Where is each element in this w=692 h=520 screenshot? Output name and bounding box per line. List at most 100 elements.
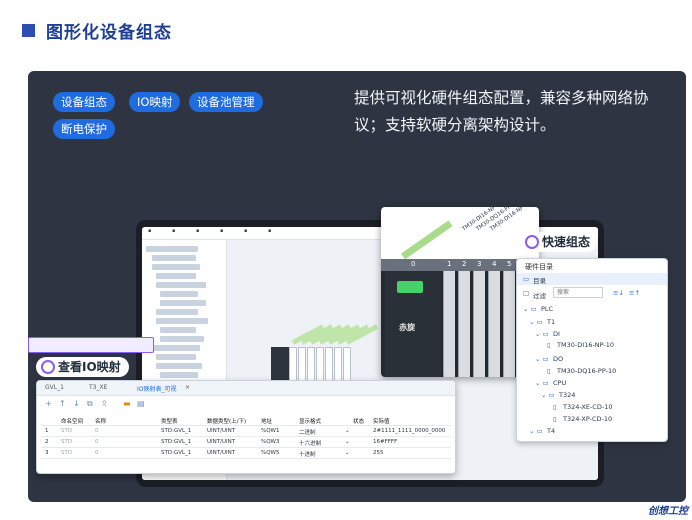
feature-description: 提供可视化硬件组态配置，兼容多种网络协议；支持软硬分离架构设计。 (354, 89, 649, 134)
tree-item-di[interactable]: DI (553, 330, 560, 338)
tab-t3-xe[interactable]: T3_XE (89, 384, 107, 391)
table-cell: 0 (95, 439, 99, 445)
export-icon[interactable]: ⇪ (101, 399, 108, 408)
slot-number: 0 (411, 260, 416, 268)
io-tab-bar: GVL_1 T3_XE IO映射表_可视 × (37, 381, 455, 396)
tree-item-t1[interactable]: T1 (547, 318, 555, 326)
move-up-icon[interactable]: ↑ (59, 399, 66, 408)
tree-expand-icon[interactable]: ⌄ ▭ (529, 318, 543, 326)
tree-item-t324-xe[interactable]: T324-XE-CD-10 (563, 403, 612, 411)
catalog-title: 硬件目录 (525, 263, 553, 271)
table-cell: 2#1111_1111_0000_0000 (373, 428, 446, 434)
row-divider (41, 425, 451, 426)
purple-ring-icon (525, 235, 539, 249)
chevron-down-icon[interactable]: ⌄ (345, 428, 350, 434)
tree-expand-icon[interactable]: ⌄ ▭ (523, 305, 537, 313)
col-namespace: 命名空间 (61, 419, 84, 425)
tree-expand-icon[interactable]: ⌄ ▭ (535, 379, 549, 387)
row-index: 3 (45, 450, 49, 456)
row-index: 2 (45, 439, 49, 445)
zoom-io-module (488, 271, 500, 377)
table-cell: %QW3 (261, 439, 280, 445)
module-icon: ▯ (547, 341, 551, 349)
tree-item-cpu[interactable]: CPU (553, 379, 566, 387)
cpu-brand-logo: 赤旋 (399, 323, 415, 332)
slot-number: 1 (447, 260, 452, 268)
catalog-tab-header: ▭ 目录 (517, 273, 667, 285)
tag-device-config: 设备组态 (53, 92, 115, 112)
tree-expand-icon[interactable]: ⌄ ▭ (535, 330, 549, 338)
hardware-catalog-panel: 硬件目录 ▭ 目录 ☐ 过滤 ≡↓ ≡↑ ⌄ ▭ PLC ⌄ ▭ T1 ⌄ ▭ … (516, 258, 668, 442)
tree-item-t324[interactable]: T324 (559, 391, 575, 399)
table-cell: STD:GVL_1 (161, 450, 192, 456)
module-icon: ▯ (547, 367, 551, 375)
col-type-table: 类型表 (161, 419, 178, 425)
move-down-icon[interactable]: ↓ (73, 399, 80, 408)
module-icon: ▯ (553, 415, 557, 423)
col-display-format: 显示格式 (299, 419, 322, 425)
tab-gvl1[interactable]: GVL_1 (45, 384, 64, 391)
tree-item-t324-xp[interactable]: T324-XP-CD-10 (563, 415, 612, 423)
module-icon: ▯ (553, 403, 557, 411)
row-divider (41, 458, 451, 459)
tree-item-t4[interactable]: T4 (547, 427, 555, 435)
row-divider (41, 447, 451, 448)
table-cell: STD (61, 428, 73, 434)
selected-module-highlight (28, 337, 154, 353)
slot-number: 4 (492, 260, 497, 268)
catalog-search-input[interactable] (553, 287, 603, 298)
row-divider (41, 436, 451, 437)
col-name: 名称 (95, 419, 107, 425)
filter-checkbox-icon[interactable]: ☐ (523, 290, 529, 298)
zoom-label-strip (400, 220, 453, 260)
sort-icon[interactable]: ≡↓ (613, 289, 624, 297)
table-cell: UINT/UINT (207, 450, 236, 456)
io-map-label: 查看IO映射 (58, 360, 121, 374)
catalog-tab[interactable]: 目录 (533, 275, 546, 285)
table-cell: STD:GVL_1 (161, 428, 192, 434)
tree-expand-icon[interactable]: ⌄ ▭ (541, 391, 555, 399)
tree-expand-icon[interactable]: ⌄ ▭ (535, 355, 549, 363)
tree-item-do-module[interactable]: TM30-DQ16-PP-10 (557, 367, 616, 375)
col-address: 地址 (261, 419, 273, 425)
table-cell: 16#FFFF (373, 439, 398, 445)
zoom-io-module (473, 271, 485, 377)
tag-io-mapping: IO映射 (129, 92, 181, 112)
slot-number: 3 (477, 260, 482, 268)
display-format-select[interactable]: 二进制 (299, 428, 316, 436)
display-format-select[interactable]: 十六进制 (299, 439, 321, 447)
table-cell: 255 (373, 450, 384, 456)
col-actual-value: 实际值 (373, 419, 390, 425)
io-mapping-window: GVL_1 T3_XE IO映射表_可视 × + ↑ ↓ ⧉ ⇪ ▬ ▤ 命名空… (36, 380, 456, 474)
quick-config-label: 快速组态 (542, 235, 591, 249)
tree-expand-icon[interactable]: ⌄ ▭ (529, 427, 543, 435)
add-icon[interactable]: + (45, 399, 52, 408)
filter-label: 过滤 (533, 292, 546, 300)
table-cell: UINT/UINT (207, 428, 236, 434)
tree-item-di-module[interactable]: TM30-DI16-NP-10 (557, 341, 614, 349)
watermark-logo: 创想工控 (648, 506, 688, 517)
chevron-down-icon[interactable]: ⌄ (345, 450, 350, 456)
table-cell: STD (61, 439, 73, 445)
tag-device-pool: 设备池管理 (189, 92, 263, 112)
copy-icon[interactable]: ⧉ (87, 399, 93, 409)
tree-item-plc[interactable]: PLC (541, 305, 553, 313)
chevron-down-icon[interactable]: ⌄ (345, 439, 350, 445)
folder-icon[interactable]: ▬ (123, 399, 131, 408)
close-icon[interactable]: × (185, 384, 190, 391)
slot-number: 5 (507, 260, 512, 268)
paste-icon[interactable]: ▤ (137, 399, 145, 408)
tag-power-protect: 断电保护 (53, 119, 115, 139)
col-status: 状态 (353, 419, 365, 425)
page-title: 图形化设备组态 (46, 23, 172, 43)
zoom-io-module (443, 271, 455, 377)
table-cell: UINT/UINT (207, 439, 236, 445)
table-cell: 0 (95, 450, 99, 456)
table-cell: %QW5 (261, 450, 280, 456)
display-format-select[interactable]: 十进制 (299, 450, 316, 458)
header-marker (22, 24, 35, 37)
cpu-display (397, 281, 423, 293)
tab-io-map[interactable]: IO映射表_可视 (137, 384, 177, 393)
tree-item-do[interactable]: DO (553, 355, 563, 363)
sort-alt-icon[interactable]: ≡↑ (629, 289, 640, 297)
